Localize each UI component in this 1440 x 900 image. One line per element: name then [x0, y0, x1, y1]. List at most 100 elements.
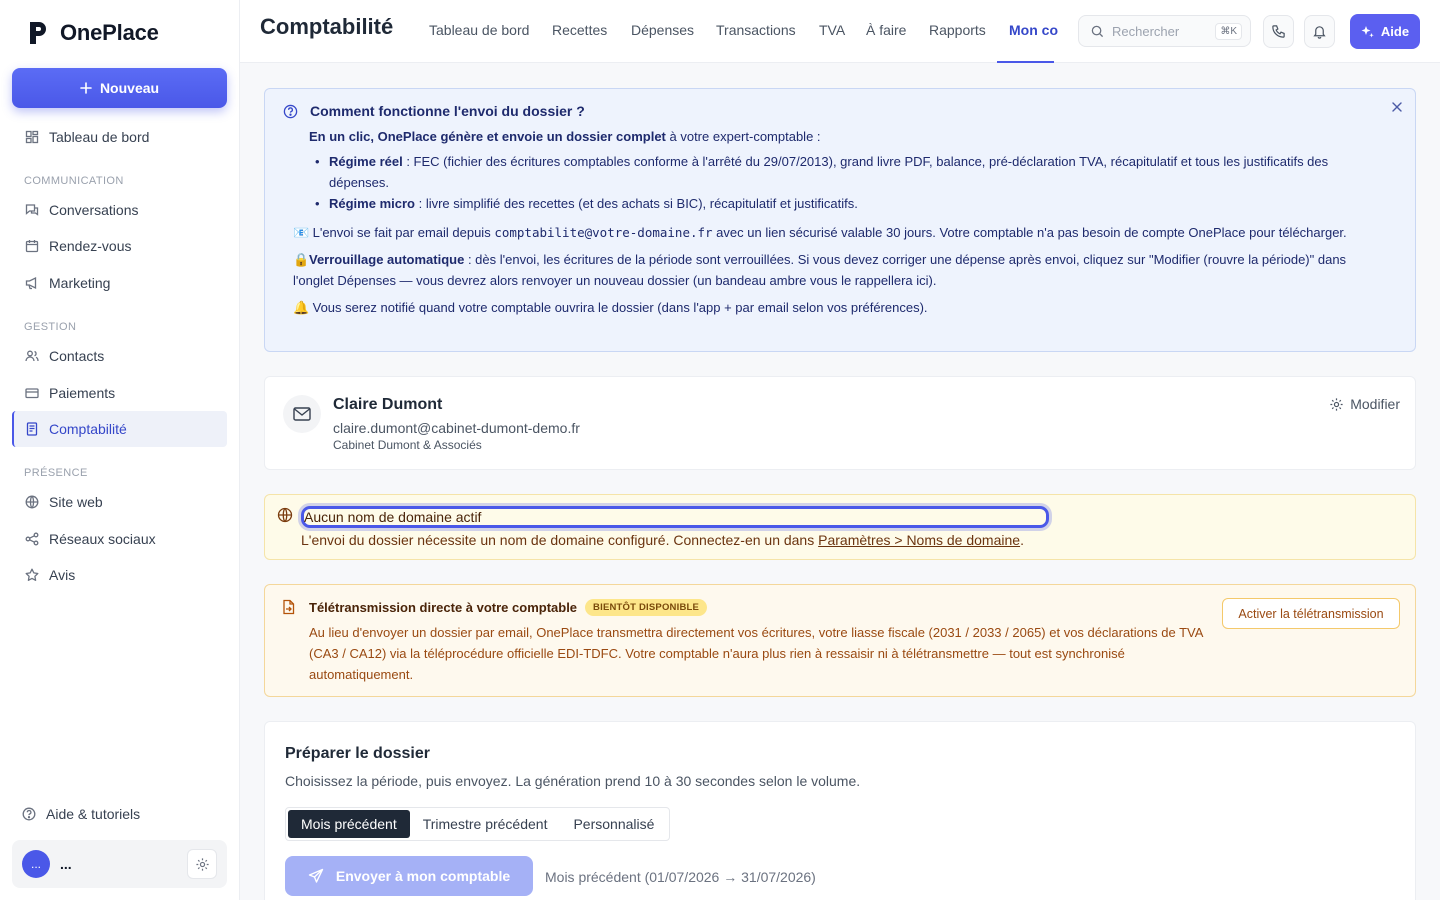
users-icon — [25, 349, 39, 363]
domain-warning-end: . — [1020, 532, 1024, 548]
tab-my-accountant[interactable]: Mon co — [1009, 22, 1058, 38]
megaphone-icon — [25, 276, 39, 290]
section-communication: COMMUNICATION — [24, 175, 124, 187]
period-previous-quarter[interactable]: Trimestre précédent — [410, 810, 561, 838]
sidebar-item-contacts[interactable]: Contacts — [12, 338, 227, 374]
bullet-text: : FEC (fichier des écritures comptables … — [329, 154, 1329, 190]
info-lock-paragraph: 🔒Verrouillage automatique : dès l'envoi,… — [293, 249, 1389, 291]
ledger-icon — [25, 422, 39, 436]
accountant-name: Claire Dumont — [333, 396, 443, 413]
prepare-panel: Préparer le dossier Choisissez la périod… — [264, 721, 1416, 900]
sidebar-item-label: Conversations — [49, 202, 139, 218]
period-custom[interactable]: Personnalisé — [560, 810, 667, 838]
sidebar-item-label: Site web — [49, 494, 103, 510]
tab-reports[interactable]: Rapports — [929, 22, 986, 38]
sidebar-item-label: Comptabilité — [49, 421, 127, 437]
sidebar-item-social[interactable]: Réseaux sociaux — [12, 521, 227, 557]
info-title: Comment fonctionne l'envoi du dossier ? — [310, 103, 585, 119]
sidebar-item-marketing[interactable]: Marketing — [12, 265, 227, 301]
tab-transactions[interactable]: Transactions — [716, 22, 796, 38]
accountant-email: claire.dumont@cabinet-dumont-demo.fr — [333, 420, 580, 436]
accountant-card: Claire Dumont claire.dumont@cabinet-dumo… — [264, 376, 1416, 470]
send-to-accountant-button[interactable]: Envoyer à mon comptable — [285, 856, 533, 896]
info-intro-rest: à votre expert-comptable : — [665, 129, 821, 144]
email-post: avec un lien sécurisé valable 30 jours. … — [712, 225, 1347, 240]
info-bullet-micro: Régime micro : livre simplifié des recet… — [315, 193, 1389, 214]
domain-warning-body: L'envoi du dossier nécessite un nom de d… — [301, 532, 819, 548]
period-summary: Mois précédent (01/07/2026 → 31/07/2026) — [545, 869, 816, 885]
teletransmission-heading: Télétransmission directe à votre comptab… — [309, 600, 578, 615]
sidebar-item-label: Rendez-vous — [49, 238, 132, 254]
new-button[interactable]: Nouveau — [12, 68, 227, 108]
edit-label: Modifier — [1350, 396, 1400, 412]
sidebar-item-label: Contacts — [49, 348, 105, 364]
tab-todo[interactable]: À faire — [866, 22, 906, 38]
chat-icon — [25, 203, 39, 217]
domain-warning-title[interactable]: Aucun nom de domaine actif — [301, 506, 1049, 528]
user-menu[interactable]: ... ... — [12, 840, 227, 888]
tab-dashboard[interactable]: Tableau de bord — [429, 22, 529, 38]
sidebar-item-reviews[interactable]: Avis — [12, 557, 227, 593]
question-icon — [283, 104, 298, 119]
info-intro-bold: En un clic, OnePlace génère et envoie un… — [309, 129, 666, 144]
bell-emoji-icon: 🔔 — [293, 300, 310, 315]
bell-icon — [1312, 24, 1327, 39]
send-button-label: Envoyer à mon comptable — [335, 868, 511, 884]
sidebar-item-conversations[interactable]: Conversations — [12, 192, 227, 228]
help-tutorials-link[interactable]: Aide & tutoriels — [22, 806, 140, 822]
info-bell-paragraph: 🔔 Vous serez notifié quand votre comptab… — [293, 297, 1389, 318]
search-input[interactable]: Rechercher ⌘K — [1078, 15, 1251, 47]
avatar: ... — [22, 850, 50, 878]
phone-button[interactable] — [1263, 15, 1294, 48]
sidebar: OnePlace Nouveau Tableau de bord COMMUNI… — [0, 0, 240, 900]
page-title: Comptabilité — [260, 14, 394, 39]
lock-emoji-icon: 🔒 — [293, 252, 310, 267]
gear-icon — [195, 857, 210, 872]
domain-settings-link[interactable]: Paramètres > Noms de domaine — [818, 532, 1020, 548]
activate-teletransmission-button[interactable]: Activer la télétransmission — [1222, 598, 1400, 629]
card-icon — [25, 386, 39, 400]
sidebar-item-dashboard[interactable]: Tableau de bord — [12, 119, 227, 155]
sidebar-item-payments[interactable]: Paiements — [12, 375, 227, 411]
brand[interactable]: OnePlace — [28, 20, 159, 46]
new-button-label: Nouveau — [99, 80, 160, 96]
mail-icon — [293, 407, 311, 421]
close-icon[interactable] — [1391, 101, 1403, 113]
star-icon — [25, 568, 39, 582]
sidebar-item-accounting[interactable]: Comptabilité — [12, 411, 227, 447]
info-body: En un clic, OnePlace génère et envoie un… — [309, 126, 1389, 214]
active-tab-indicator — [997, 61, 1054, 63]
prepare-subtitle: Choisissez la période, puis envoyez. La … — [285, 773, 861, 789]
sidebar-item-appointments[interactable]: Rendez-vous — [12, 228, 227, 264]
help-button[interactable]: Aide — [1350, 14, 1420, 49]
edit-accountant-button[interactable]: Modifier — [1329, 396, 1400, 412]
sender-address: comptabilite@votre-domaine.fr — [494, 225, 713, 240]
tab-income[interactable]: Recettes — [552, 22, 607, 38]
sparkles-icon — [1361, 25, 1375, 39]
email-pre: L'envoi se fait par email depuis — [309, 225, 495, 240]
tab-expenses[interactable]: Dépenses — [631, 22, 694, 38]
notifications-button[interactable] — [1304, 15, 1335, 48]
bullet-text: : livre simplifié des recettes (et des a… — [414, 196, 858, 211]
brand-name: OnePlace — [60, 20, 159, 45]
info-panel: Comment fonctionne l'envoi du dossier ? … — [264, 88, 1416, 352]
sidebar-item-label: Paiements — [49, 385, 116, 401]
globe-icon — [25, 495, 39, 509]
top-bar: Comptabilité Tableau de bord Recettes Dé… — [240, 0, 1440, 63]
tab-my-accountant-clip: Mon co — [1000, 14, 1058, 48]
user-settings-button[interactable] — [187, 849, 217, 879]
tab-vat[interactable]: TVA — [819, 22, 845, 38]
info-bullet-reel: Régime réel : FEC (fichier des écritures… — [315, 151, 1389, 193]
plus-icon — [80, 82, 92, 94]
help-tutorials-label: Aide & tutoriels — [46, 806, 141, 822]
globe-icon — [277, 507, 293, 523]
bullet-bold: Régime micro — [329, 196, 415, 211]
sidebar-item-website[interactable]: Site web — [12, 484, 227, 520]
period-previous-month[interactable]: Mois précédent — [288, 810, 410, 838]
phone-icon — [1271, 24, 1286, 39]
domain-warning: Aucun nom de domaine actif L'envoi du do… — [264, 494, 1416, 560]
lock-bold: Verrouillage automatique — [309, 252, 465, 267]
mail-avatar — [283, 395, 321, 433]
user-name: ... — [60, 856, 72, 872]
status-badge: BIENTÔT DISPONIBLE — [585, 599, 708, 616]
